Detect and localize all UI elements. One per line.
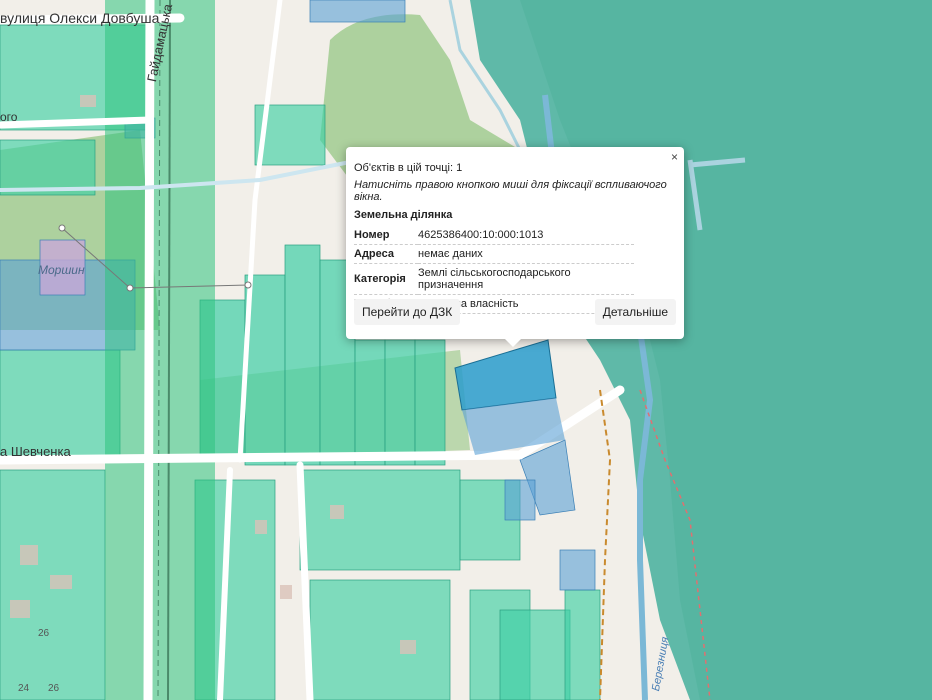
map-canvas[interactable] [0,0,932,700]
attribute-key: Номер [354,226,418,245]
parcel-number-label: 24 [18,683,30,694]
attribute-row: Номер 4625386400:10:000:1013 [354,226,634,245]
attribute-value: немає даних [418,244,634,264]
section-title: Земельна ділянка [354,209,453,221]
attribute-value: Землі сільськогосподарського призначення [418,263,634,295]
attribute-row: Адреса немає даних [354,244,634,264]
attribute-key: Категорія [354,263,418,295]
street-label-shevchenka: а Шевченка [0,444,71,459]
street-label-dovbusha: вулиця Олекси Довбуша [0,10,160,26]
parcel-number-label: 26 [38,628,50,639]
go-to-dzk-button[interactable]: Перейти до ДЗК [354,299,461,325]
details-button[interactable]: Детальніше [594,299,676,325]
close-icon[interactable]: × [671,151,678,163]
object-count: Об'єктів в цій точці: 1 [354,162,463,174]
place-label-morshyn: Моршин [38,263,85,277]
parcel-number-label: 26 [48,683,60,694]
attribute-value: 4625386400:10:000:1013 [418,226,634,245]
attribute-row: Категорія Землі сільськогосподарського п… [354,263,634,295]
attribute-key: Адреса [354,244,418,264]
popup-hint: Натисніть правою кнопкою миші для фіксац… [354,179,667,203]
parcel-info-popup: × Об'єктів в цій точці: 1 Натисніть прав… [346,147,684,339]
street-label-partial: ого [0,110,18,124]
popup-pointer [504,338,522,347]
